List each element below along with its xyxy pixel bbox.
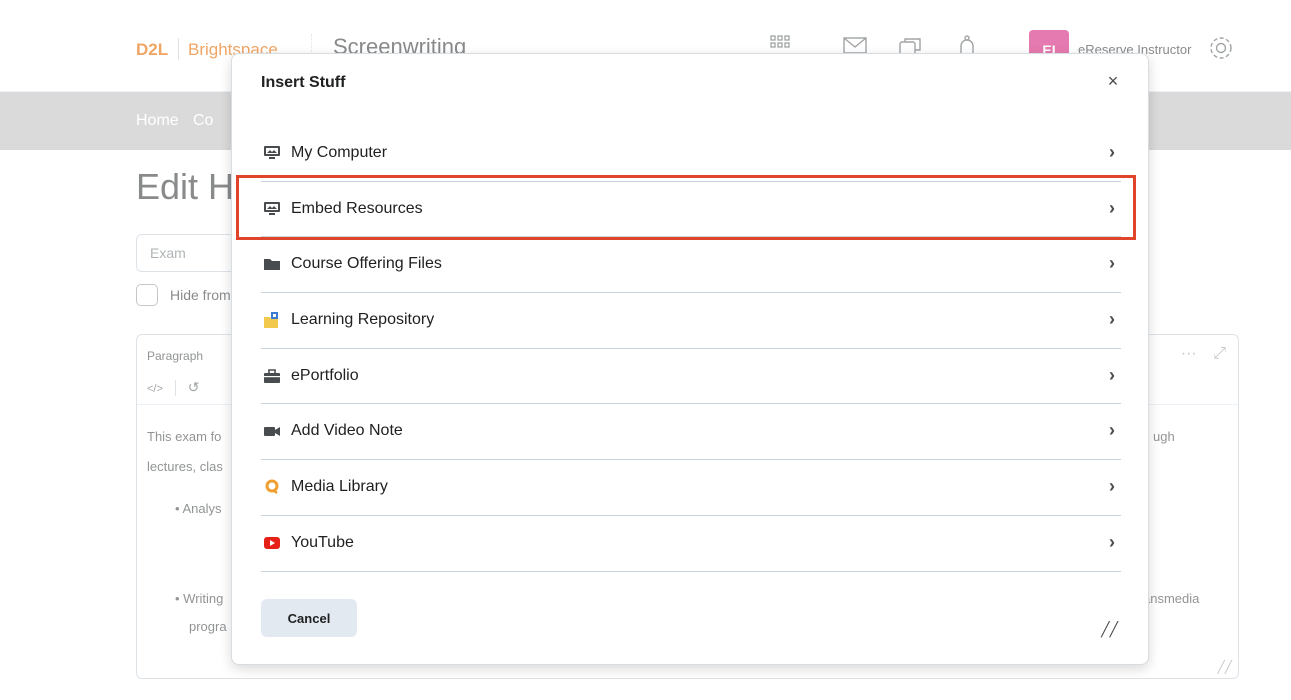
chevron-right-icon: ›: [1109, 476, 1115, 497]
dialog-resize-grip-icon[interactable]: ╱╱: [1101, 621, 1118, 638]
list-item-label: Course Offering Files: [291, 255, 442, 273]
list-item-label: My Computer: [291, 144, 388, 161]
monitor-icon: [263, 144, 281, 162]
folder-icon: [263, 255, 281, 273]
list-item-embed-resources[interactable]: Embed Resources ›: [261, 182, 1121, 238]
briefcase-icon: [263, 367, 281, 385]
chevron-right-icon: ›: [1109, 197, 1115, 218]
monitor-icon: [263, 200, 281, 218]
repository-icon: [263, 311, 281, 329]
list-item-course-offering-files[interactable]: Course Offering Files ›: [261, 237, 1121, 294]
chevron-right-icon: ›: [1109, 364, 1115, 385]
chevron-right-icon: ›: [1109, 531, 1115, 552]
chevron-right-icon: ›: [1109, 309, 1115, 330]
list-item-label: Add Video Note: [291, 422, 403, 440]
list-item-label: Embed Resources: [291, 199, 423, 217]
list-item-eportfolio[interactable]: ePortfolio ›: [261, 349, 1121, 405]
list-item-my-computer[interactable]: My Computer ›: [261, 126, 1121, 182]
close-icon[interactable]: ×: [1102, 70, 1124, 92]
video-camera-icon: [263, 422, 281, 440]
insert-source-list: My Computer › Embed Resources › Course O…: [261, 126, 1121, 572]
list-item-label: YouTube: [291, 533, 354, 551]
youtube-icon: [263, 534, 281, 552]
list-item-label: Media Library: [291, 478, 388, 496]
list-item-label: Learning Repository: [291, 311, 435, 329]
list-item-media-library[interactable]: Media Library ›: [261, 460, 1121, 516]
list-item-learning-repository[interactable]: Learning Repository ›: [261, 293, 1121, 349]
chevron-right-icon: ›: [1109, 142, 1115, 162]
insert-stuff-dialog: Insert Stuff × My Computer › Embed Resou…: [231, 53, 1149, 665]
chevron-right-icon: ›: [1109, 420, 1115, 441]
media-library-icon: [263, 478, 281, 496]
cancel-button[interactable]: Cancel: [261, 599, 357, 637]
dialog-title: Insert Stuff: [261, 74, 346, 91]
chevron-right-icon: ›: [1109, 253, 1115, 274]
list-item-youtube[interactable]: YouTube ›: [261, 516, 1121, 572]
list-item-add-video-note[interactable]: Add Video Note ›: [261, 404, 1121, 461]
list-item-label: ePortfolio: [291, 366, 359, 384]
